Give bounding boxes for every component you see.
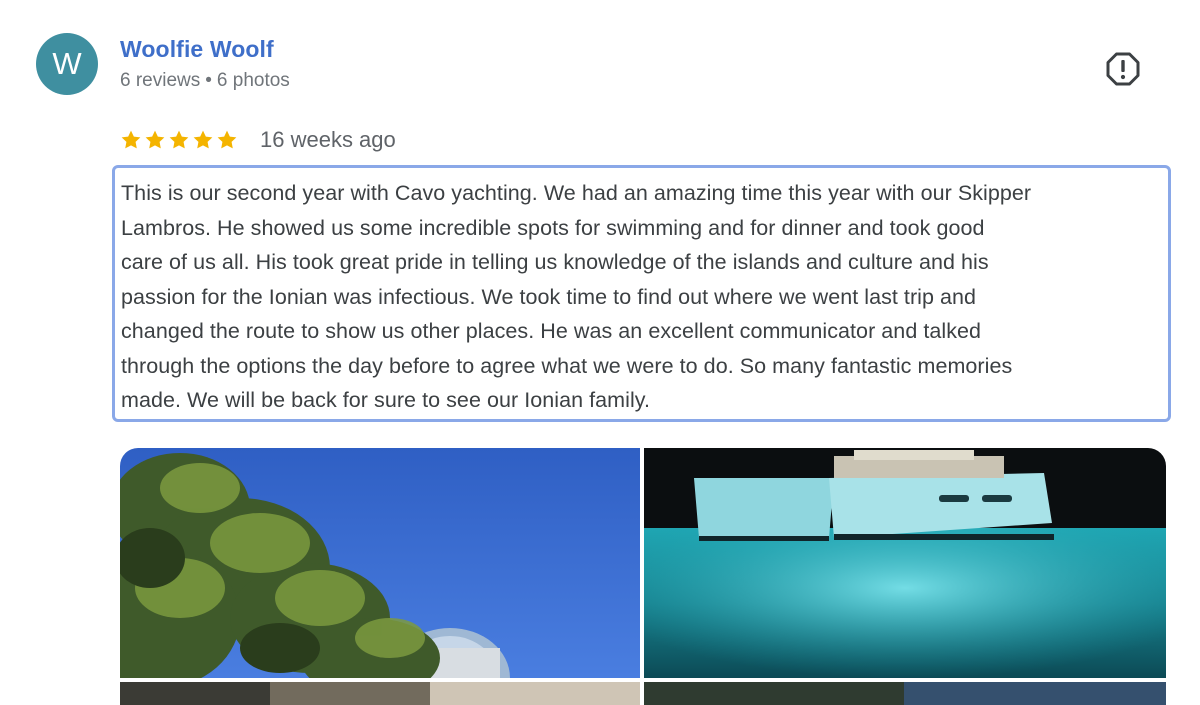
review-text-line: made. We will be back for sure to see ou… <box>121 388 650 412</box>
review-text-container[interactable]: This is our second year with Cavo yachti… <box>112 165 1171 422</box>
review-text-line: Lambros. He showed us some incredible sp… <box>121 215 985 240</box>
star-icon <box>145 130 165 149</box>
report-button[interactable] <box>1104 50 1142 88</box>
photo-rocky-cliff <box>120 682 640 705</box>
photo-count: 6 photos <box>216 70 290 91</box>
photo-coastline <box>644 682 1166 705</box>
rating-row: 16 weeks ago <box>120 124 396 156</box>
star-rating <box>120 129 238 151</box>
review-photo-4[interactable] <box>644 682 1166 705</box>
star-icon <box>121 130 141 149</box>
review-time: 16 weeks ago <box>260 127 396 152</box>
review-text-line: through the options the day before to ag… <box>121 353 1013 378</box>
photo-grid <box>120 448 1166 705</box>
review-text-line: This is our second year with Cavo yachti… <box>121 181 1032 205</box>
review-text-line: care of us all. His took great pride in … <box>121 250 989 274</box>
review-text: This is our second year with Cavo yachti… <box>115 168 1168 418</box>
author-name-link[interactable]: Woolfie Woolf <box>120 36 274 63</box>
review-photo-2[interactable] <box>644 448 1166 678</box>
photo-catamaran-night <box>644 448 1166 678</box>
review-photo-1[interactable] <box>120 448 640 678</box>
review-count: 6 reviews <box>120 70 201 91</box>
photo-pine-sky <box>120 448 640 678</box>
avatar[interactable]: W <box>36 33 98 95</box>
report-flag-icon <box>1106 52 1140 86</box>
meta-separator: • <box>205 70 212 91</box>
star-icon <box>169 130 189 149</box>
author-meta: 6 reviews • 6 photos <box>120 70 290 92</box>
star-icon <box>217 130 237 149</box>
star-icon <box>193 130 213 149</box>
review-text-line: passion for the Ionian was infectious. W… <box>121 284 977 309</box>
review-photo-3[interactable] <box>120 682 640 705</box>
review-card: W Woolfie Woolf 6 reviews • 6 photos 16 we… <box>0 0 1200 705</box>
review-text-line: changed the route to show us other place… <box>121 319 982 343</box>
